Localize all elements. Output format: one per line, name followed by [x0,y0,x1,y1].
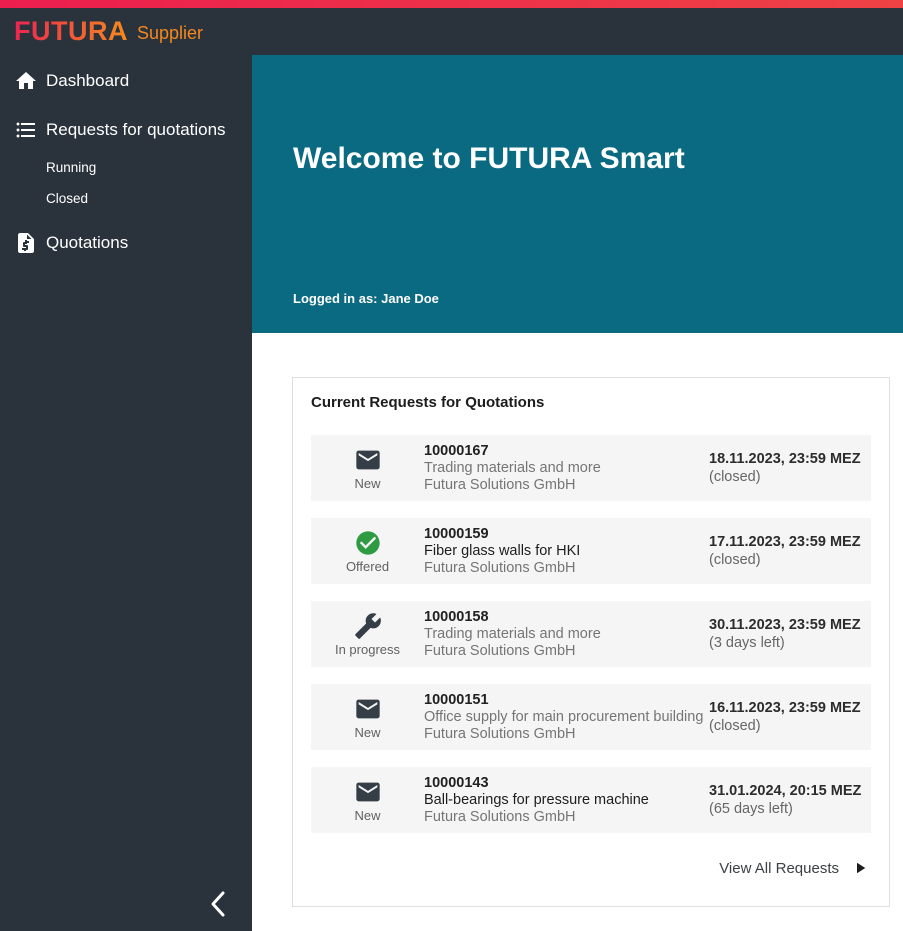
rfq-id: 10000167 [424,443,709,460]
accent-top-strip [0,0,903,8]
mail-icon [354,695,382,723]
rfq-id: 10000143 [424,775,709,792]
home-icon [14,69,38,93]
rfq-date: 16.11.2023, 23:59 MEZ [709,699,867,717]
rfq-status-cell: In progress [311,612,424,657]
rfq-date-cell: 18.11.2023, 23:59 MEZ (closed) [709,450,871,486]
rfq-row[interactable]: Offered 10000159 Fiber glass walls for H… [311,518,871,584]
rfq-details: 10000143 Ball-bearings for pressure mach… [424,775,709,826]
list-icon [14,118,38,142]
rfq-status-label: New [354,725,380,740]
rfq-row[interactable]: New 10000167 Trading materials and more … [311,435,871,501]
rfq-details: 10000151 Office supply for main procurem… [424,692,709,743]
sidebar: Dashboard Requests for quotations Runnin… [0,55,252,931]
rfq-row[interactable]: In progress 10000158 Trading materials a… [311,601,871,667]
card-title: Current Requests for Quotations [311,394,871,411]
rfq-company: Futura Solutions GmbH [424,809,709,826]
brand-logo: FUTURA [14,16,128,47]
rfq-description: Trading materials and more [424,460,709,477]
rfq-deadline: (65 days left) [709,800,867,818]
rfq-company: Futura Solutions GmbH [424,477,709,494]
mail-icon [354,446,382,474]
main-content: Welcome to FUTURA Smart Logged in as: Ja… [252,55,903,931]
brand-suffix: Supplier [137,19,203,44]
rfq-details: 10000167 Trading materials and more Futu… [424,443,709,494]
rfq-date: 17.11.2023, 23:59 MEZ [709,533,867,551]
rfq-status-label: New [354,476,380,491]
rfq-date-cell: 17.11.2023, 23:59 MEZ (closed) [709,533,871,569]
sidebar-item-running[interactable]: Running [46,157,252,177]
sidebar-item-label: Quotations [46,233,128,253]
rfq-deadline: (closed) [709,468,867,486]
app-header: FUTURA Supplier [0,8,903,55]
rfq-deadline: (closed) [709,551,867,569]
rfq-company: Futura Solutions GmbH [424,560,709,577]
rfq-deadline: (3 days left) [709,634,867,652]
rfq-details: 10000158 Trading materials and more Futu… [424,609,709,660]
rfq-description: Fiber glass walls for HKI [424,543,709,560]
rfq-company: Futura Solutions GmbH [424,726,709,743]
rfq-date: 18.11.2023, 23:59 MEZ [709,450,867,468]
app-window: FUTURA Supplier Dashboard Requests for q… [0,0,903,931]
rfq-details: 10000159 Fiber glass walls for HKI Futur… [424,526,709,577]
play-arrow-icon[interactable] [851,859,869,877]
rfq-deadline: (closed) [709,717,867,735]
card-footer: View All Requests [311,859,871,877]
rfq-id: 10000159 [424,526,709,543]
rfq-status-cell: New [311,695,424,740]
sidebar-collapse-button[interactable] [203,888,235,922]
rfq-row[interactable]: New 10000143 Ball-bearings for pressure … [311,767,871,833]
rfq-description: Office supply for main procurement build… [424,709,709,726]
chevron-left-icon [207,889,231,922]
current-requests-card: Current Requests for Quotations New 1000… [292,377,890,907]
rfq-description: Trading materials and more [424,626,709,643]
sidebar-item-label: Requests for quotations [46,120,226,140]
logged-in-user: Logged in as: Jane Doe [293,291,439,306]
sidebar-item-label: Dashboard [46,71,129,91]
wrench-icon [354,612,382,640]
view-all-requests-link[interactable]: View All Requests [719,860,839,877]
rfq-status-cell: New [311,778,424,823]
rfq-status-cell: Offered [311,529,424,574]
rfq-id: 10000151 [424,692,709,709]
sidebar-item-requests-for-quotations[interactable]: Requests for quotations [14,115,252,145]
rfq-date: 30.11.2023, 23:59 MEZ [709,616,867,634]
rfq-date: 31.01.2024, 20:15 MEZ [709,782,867,800]
rfq-description: Ball-bearings for pressure machine [424,792,709,809]
sidebar-item-closed[interactable]: Closed [46,188,252,208]
rfq-status-label: Offered [346,559,389,574]
welcome-banner: Welcome to FUTURA Smart Logged in as: Ja… [252,55,903,333]
rfq-list: New 10000167 Trading materials and more … [311,435,871,833]
sidebar-item-quotations[interactable]: Quotations [14,228,252,258]
rfq-date-cell: 31.01.2024, 20:15 MEZ (65 days left) [709,782,871,818]
check-circle-icon [354,529,382,557]
rfq-status-cell: New [311,446,424,491]
page-title: Welcome to FUTURA Smart [293,142,873,176]
rfq-id: 10000158 [424,609,709,626]
mail-icon [354,778,382,806]
request-quote-icon [14,231,38,255]
rfq-date-cell: 16.11.2023, 23:59 MEZ (closed) [709,699,871,735]
sidebar-item-dashboard[interactable]: Dashboard [14,66,252,96]
rfq-row[interactable]: New 10000151 Office supply for main proc… [311,684,871,750]
rfq-status-label: New [354,808,380,823]
rfq-status-label: In progress [335,642,400,657]
rfq-date-cell: 30.11.2023, 23:59 MEZ (3 days left) [709,616,871,652]
rfq-company: Futura Solutions GmbH [424,643,709,660]
